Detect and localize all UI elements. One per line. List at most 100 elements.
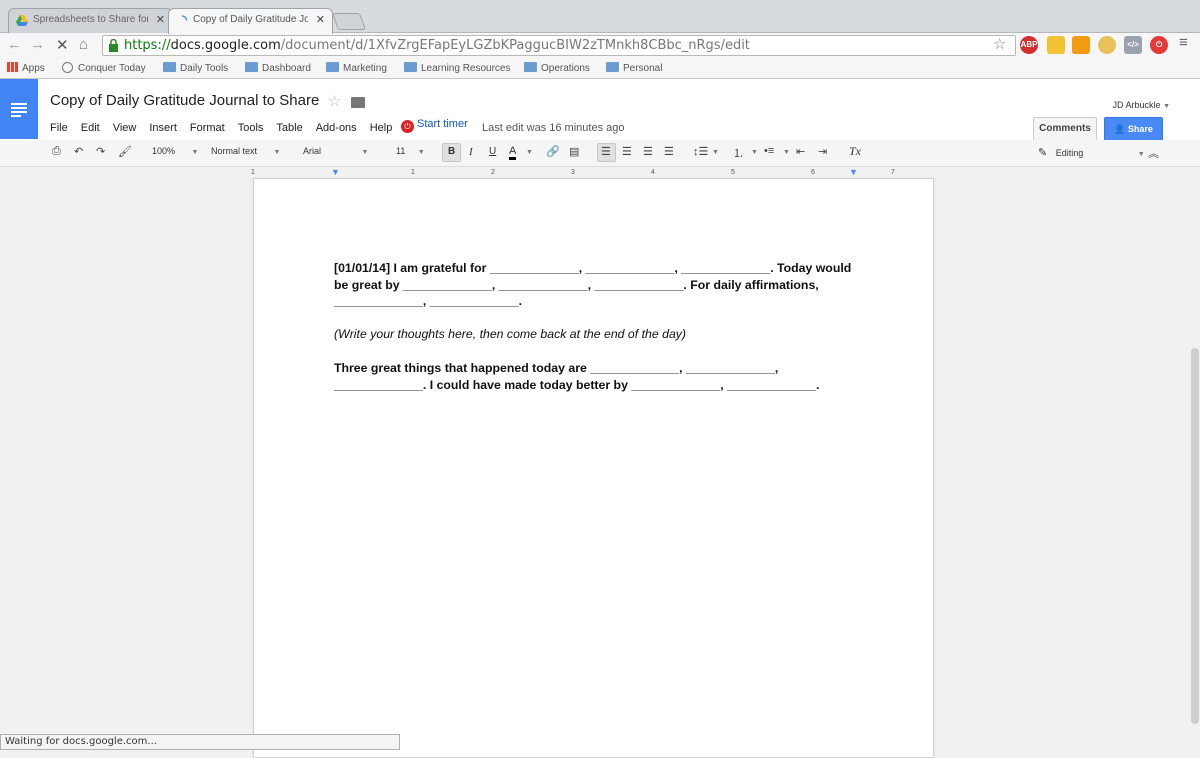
- ruler-number: 2: [491, 169, 495, 176]
- decrease-indent-icon[interactable]: ⇤: [796, 145, 805, 158]
- star-document-icon[interactable]: ☆: [328, 92, 341, 110]
- docs-home-icon[interactable]: [0, 79, 38, 139]
- bulleted-list-icon[interactable]: •≡: [764, 145, 774, 157]
- zoom-select[interactable]: 100% ▼: [152, 146, 198, 156]
- paragraph-gratitude[interactable]: [01/01/14] I am grateful for ___________…: [334, 260, 864, 310]
- paragraph-reflection[interactable]: Three great things that happened today a…: [334, 360, 864, 393]
- apps-grid-icon: [7, 62, 18, 72]
- document-title[interactable]: Copy of Daily Gratitude Journal to Share: [50, 92, 319, 109]
- collapse-menu-icon[interactable]: ︽: [1148, 145, 1159, 161]
- redo-icon[interactable]: ↷: [96, 145, 105, 158]
- folder-icon: [404, 62, 417, 72]
- share-button[interactable]: 👤 Share: [1104, 117, 1163, 141]
- left-indent-marker-icon[interactable]: ▼: [331, 167, 340, 177]
- start-timer-button[interactable]: ⏻ Start timer: [401, 118, 468, 133]
- ruler-number: 1: [411, 169, 415, 176]
- extension-analytics-icon[interactable]: [1072, 36, 1090, 54]
- chevron-down-icon: ▼: [361, 149, 369, 156]
- bookmark-learning-resources[interactable]: Learning Resources: [404, 62, 511, 74]
- site-favicon-icon: [62, 62, 73, 73]
- extension-code-icon[interactable]: </>: [1124, 36, 1142, 54]
- extension-bread-icon[interactable]: [1098, 36, 1116, 54]
- ruler-number: 1: [251, 169, 255, 176]
- comments-button[interactable]: Comments: [1033, 117, 1097, 141]
- italic-button[interactable]: I: [469, 146, 473, 158]
- menu-format[interactable]: Format: [190, 122, 225, 134]
- bold-button[interactable]: B: [448, 146, 455, 157]
- chevron-down-icon: ▼: [273, 149, 281, 156]
- close-tab-icon[interactable]: ✕: [156, 13, 165, 26]
- menu-edit[interactable]: Edit: [81, 122, 100, 134]
- google-drive-icon: [16, 15, 28, 26]
- underline-button[interactable]: U: [489, 146, 496, 157]
- insert-comment-icon[interactable]: ▤: [569, 145, 579, 158]
- back-arrow-icon[interactable]: ←: [7, 36, 22, 53]
- clear-formatting-button[interactable]: Tx: [849, 144, 861, 159]
- forward-arrow-icon[interactable]: →: [30, 36, 45, 53]
- bookmark-operations[interactable]: Operations: [524, 62, 590, 74]
- align-center-icon[interactable]: ☰: [622, 145, 632, 158]
- extension-honey-icon[interactable]: [1047, 36, 1065, 54]
- menu-addons[interactable]: Add-ons: [316, 122, 357, 134]
- align-left-icon[interactable]: ☰: [601, 145, 611, 158]
- bookmark-conquer-today[interactable]: Conquer Today: [62, 62, 146, 74]
- print-icon[interactable]: ⎙: [52, 145, 61, 158]
- bookmark-marketing[interactable]: Marketing: [326, 62, 387, 74]
- paragraph-instruction[interactable]: (Write your thoughts here, then come bac…: [334, 326, 864, 343]
- editing-mode-select[interactable]: ✎ Editing ▼: [1038, 146, 1145, 159]
- address-bar[interactable]: https://docs.google.com/document/d/1XfvZ…: [102, 35, 1016, 56]
- bookmark-apps[interactable]: Apps: [7, 62, 45, 74]
- people-icon: 👤: [1114, 124, 1126, 134]
- move-to-folder-icon[interactable]: [351, 97, 365, 108]
- loading-spinner-icon: [181, 15, 188, 21]
- new-tab-button[interactable]: [331, 13, 367, 30]
- extension-power-icon[interactable]: ⏻: [1150, 36, 1168, 54]
- menu-tools[interactable]: Tools: [238, 122, 264, 134]
- browser-tab-strip: Spreadsheets to Share for ✕ Copy of Dail…: [0, 0, 1200, 34]
- right-indent-marker-icon[interactable]: ▼: [849, 167, 858, 177]
- bookmark-star-icon[interactable]: ☆: [993, 35, 1006, 53]
- menu-help[interactable]: Help: [370, 122, 393, 134]
- stop-loading-icon[interactable]: ✕: [56, 36, 69, 54]
- browser-menu-icon[interactable]: ≡: [1179, 34, 1188, 51]
- chevron-down-icon: ▼: [751, 149, 758, 156]
- insert-link-icon[interactable]: 🔗: [546, 145, 560, 158]
- font-family-select[interactable]: Arial ▼: [303, 146, 368, 156]
- home-icon[interactable]: ⌂: [79, 36, 88, 53]
- align-justify-icon[interactable]: ☰: [664, 145, 674, 158]
- chevron-down-icon: ▼: [783, 149, 790, 156]
- menu-table[interactable]: Table: [276, 122, 302, 134]
- text-color-button[interactable]: A: [509, 146, 517, 160]
- bookmark-dashboard[interactable]: Dashboard: [245, 62, 311, 74]
- chevron-down-icon: ▼: [526, 149, 533, 156]
- increase-indent-icon[interactable]: ⇥: [818, 145, 827, 158]
- folder-icon: [163, 62, 176, 72]
- bookmark-daily-tools[interactable]: Daily Tools: [163, 62, 228, 74]
- tab-title: Spreadsheets to Share for: [33, 14, 148, 25]
- adblock-plus-icon[interactable]: ABP: [1020, 36, 1038, 54]
- close-tab-icon[interactable]: ✕: [316, 13, 325, 26]
- browser-toolbar: ← → ✕ ⌂ https://docs.google.com/document…: [0, 33, 1200, 57]
- paint-format-icon[interactable]: 🖌: [118, 145, 132, 158]
- line-spacing-icon[interactable]: ↕☰: [693, 145, 708, 158]
- bookmark-personal[interactable]: Personal: [606, 62, 662, 74]
- chevron-down-icon: ▼: [1163, 103, 1170, 110]
- menu-view[interactable]: View: [113, 122, 137, 134]
- user-account-menu[interactable]: JD Arbuckle ▼: [1113, 100, 1170, 110]
- font-size-select[interactable]: 11 ▼: [396, 146, 425, 156]
- bookmarks-bar: Apps Conquer Today Daily Tools Dashboard…: [0, 57, 1200, 79]
- undo-icon[interactable]: ↶: [74, 145, 83, 158]
- browser-tab-spreadsheets[interactable]: Spreadsheets to Share for ✕: [8, 8, 173, 33]
- chevron-down-icon: ▼: [712, 149, 719, 156]
- vertical-scrollbar[interactable]: [1191, 348, 1199, 724]
- docs-menu-bar: File Edit View Insert Format Tools Table…: [50, 122, 405, 134]
- url-host: docs.google.com: [170, 38, 281, 53]
- menu-insert[interactable]: Insert: [149, 122, 177, 134]
- paragraph-style-select[interactable]: Normal text ▼: [211, 146, 280, 156]
- browser-tab-gratitude-journal[interactable]: Copy of Daily Gratitude Jo ✕: [168, 8, 333, 34]
- align-right-icon[interactable]: ☰: [643, 145, 653, 158]
- menu-file[interactable]: File: [50, 122, 68, 134]
- last-edit-status[interactable]: Last edit was 16 minutes ago: [482, 122, 624, 134]
- numbered-list-icon[interactable]: ⒈: [733, 145, 744, 161]
- document-page[interactable]: [01/01/14] I am grateful for ___________…: [253, 178, 934, 758]
